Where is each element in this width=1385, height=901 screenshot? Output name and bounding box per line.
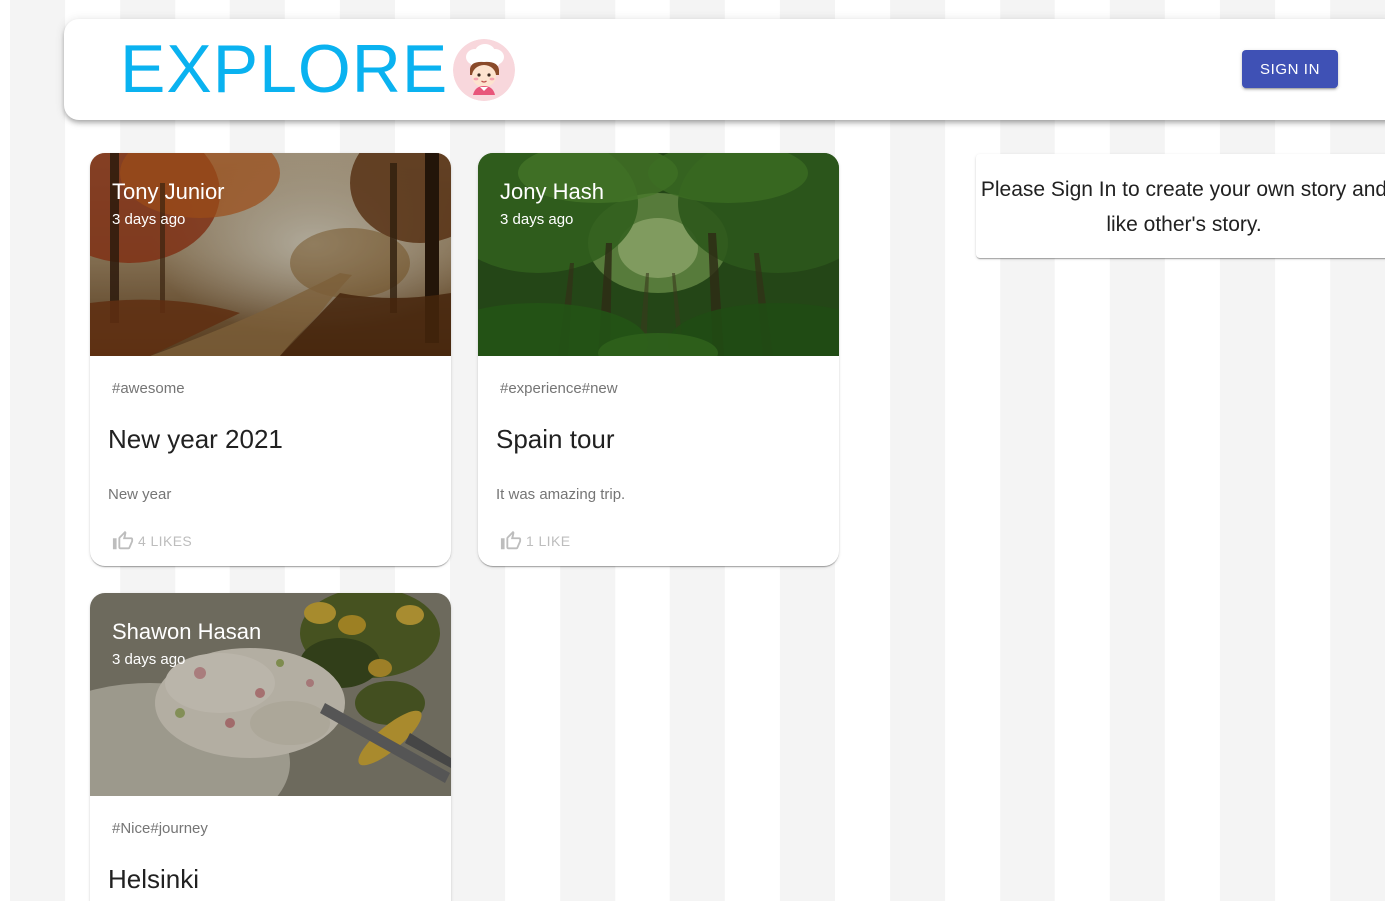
post-card: Tony Junior 3 days ago #awesome New year… bbox=[90, 153, 451, 566]
post-message: It was amazing trip. bbox=[496, 486, 626, 503]
like-button[interactable]: 4 LIKES bbox=[112, 530, 192, 552]
post-image-autumn-forest: Tony Junior 3 days ago bbox=[90, 153, 451, 356]
thumb-up-outline-icon bbox=[500, 530, 522, 552]
post-image-salad: Shawon Hasan 3 days ago bbox=[90, 593, 451, 796]
chef-avatar-icon bbox=[453, 39, 515, 101]
post-title: Helsinki bbox=[108, 864, 200, 894]
sign-in-notice-text: Please Sign In to create your own story … bbox=[980, 178, 1385, 236]
like-count-label: 4 LIKES bbox=[138, 533, 193, 549]
post-time: 3 days ago bbox=[112, 211, 186, 228]
post-tags: #experience#new bbox=[500, 380, 618, 397]
post-author: Shawon Hasan bbox=[112, 619, 262, 644]
thumb-up-outline-icon bbox=[112, 530, 134, 552]
like-count-label: 1 LIKE bbox=[526, 533, 571, 549]
post-card: Jony Hash 3 days ago #experience#new Spa… bbox=[478, 153, 839, 566]
post-title: Spain tour bbox=[496, 424, 615, 454]
post-author: Tony Junior bbox=[112, 179, 225, 204]
post-tags: #awesome bbox=[112, 380, 185, 397]
sign-in-button[interactable]: SIGN IN bbox=[1242, 50, 1338, 88]
post-author: Jony Hash bbox=[500, 179, 604, 204]
post-time: 3 days ago bbox=[112, 651, 186, 668]
post-image-green-forest: Jony Hash 3 days ago bbox=[478, 153, 839, 356]
post-message: New year bbox=[108, 486, 172, 503]
post-time: 3 days ago bbox=[500, 211, 574, 228]
post-actions: 1 LIKE bbox=[500, 529, 570, 553]
post-tags: #Nice#journey bbox=[112, 820, 208, 837]
post-actions: 4 LIKES bbox=[112, 529, 192, 553]
post-title: New year 2021 bbox=[108, 424, 283, 454]
page-left-gutter bbox=[0, 0, 10, 901]
sign-in-notice-paper: Please Sign In to create your own story … bbox=[976, 154, 1385, 258]
brand-title[interactable]: EXPLORE bbox=[120, 33, 448, 105]
post-card: Shawon Hasan 3 days ago #Nice#journey He… bbox=[90, 593, 451, 901]
like-button[interactable]: 1 LIKE bbox=[500, 530, 570, 552]
app-bar: EXPLORE SIGN IN bbox=[64, 19, 1385, 120]
